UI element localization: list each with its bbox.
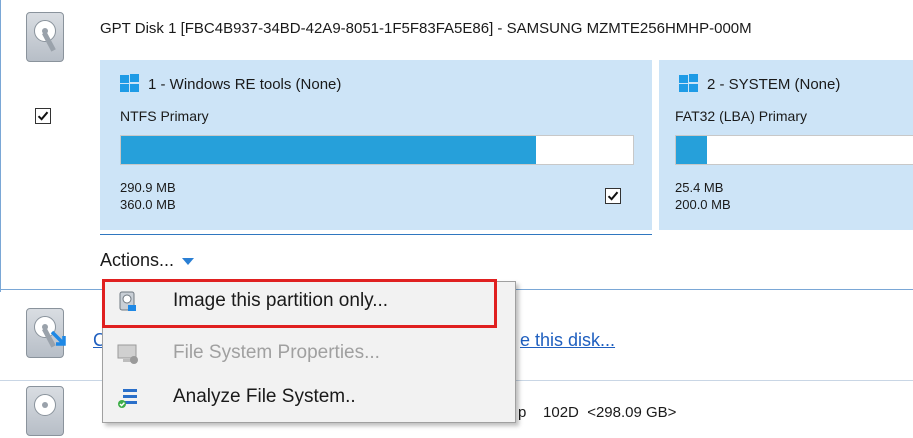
partition-card-2[interactable]: 2 - SYSTEM (None) FAT32 (LBA) Primary 25…: [659, 60, 913, 230]
file-system-properties-icon: [117, 343, 139, 365]
partition-total: 360.0 MB: [120, 197, 176, 212]
disk-info-text: p 102D <298.09 GB>: [518, 404, 677, 421]
hard-disk-icon: [18, 304, 70, 360]
actions-label: Actions...: [100, 250, 175, 270]
disk-title: GPT Disk 1 [FBC4B937-34BD-42A9-8051-1F5F…: [100, 20, 752, 37]
chevron-down-icon: [182, 257, 195, 265]
partition-usage-bar: [675, 135, 913, 165]
hard-disk-icon: [18, 382, 70, 438]
partition-usage-bar: [120, 135, 634, 165]
partition-size: 25.4 MB 200.0 MB: [675, 179, 731, 213]
windows-logo-icon: [679, 74, 699, 92]
partition-usage-fill: [121, 136, 536, 164]
partition-used: 25.4 MB: [675, 180, 724, 195]
hard-disk-icon: [18, 8, 70, 64]
partition-card-1[interactable]: 1 - Windows RE tools (None) NTFS Primary…: [100, 60, 652, 230]
windows-logo-icon: [120, 74, 140, 92]
partition-used: 290.9 MB: [120, 180, 176, 195]
panel-border: [0, 0, 1, 292]
disk-select-checkbox[interactable]: [35, 108, 51, 124]
partition-size: 290.9 MB 360.0 MB: [120, 179, 176, 213]
partition-select-checkbox[interactable]: [605, 188, 621, 204]
menu-item-label: Analyze File System..: [173, 386, 356, 407]
highlight-annotation: [102, 279, 497, 328]
menu-item-label: File System Properties...: [173, 342, 380, 363]
menu-item-analyze-file-system[interactable]: Analyze File System..: [103, 378, 515, 418]
partition-usage-fill: [676, 136, 707, 164]
clone-arrow-icon: [50, 330, 66, 346]
analyze-file-system-icon: [117, 387, 139, 409]
partition-title: 2 - SYSTEM (None): [707, 76, 841, 93]
clone-disk-link[interactable]: e this disk...: [520, 330, 615, 351]
actions-dropdown[interactable]: Actions...: [100, 250, 195, 271]
menu-item-file-system-properties[interactable]: File System Properties...: [103, 334, 515, 374]
partition-title: 1 - Windows RE tools (None): [148, 76, 342, 93]
partition-selection-line: [100, 234, 652, 235]
partition-total: 200.0 MB: [675, 197, 731, 212]
partition-filesystem: NTFS Primary: [120, 108, 209, 124]
partition-filesystem: FAT32 (LBA) Primary: [675, 108, 807, 124]
